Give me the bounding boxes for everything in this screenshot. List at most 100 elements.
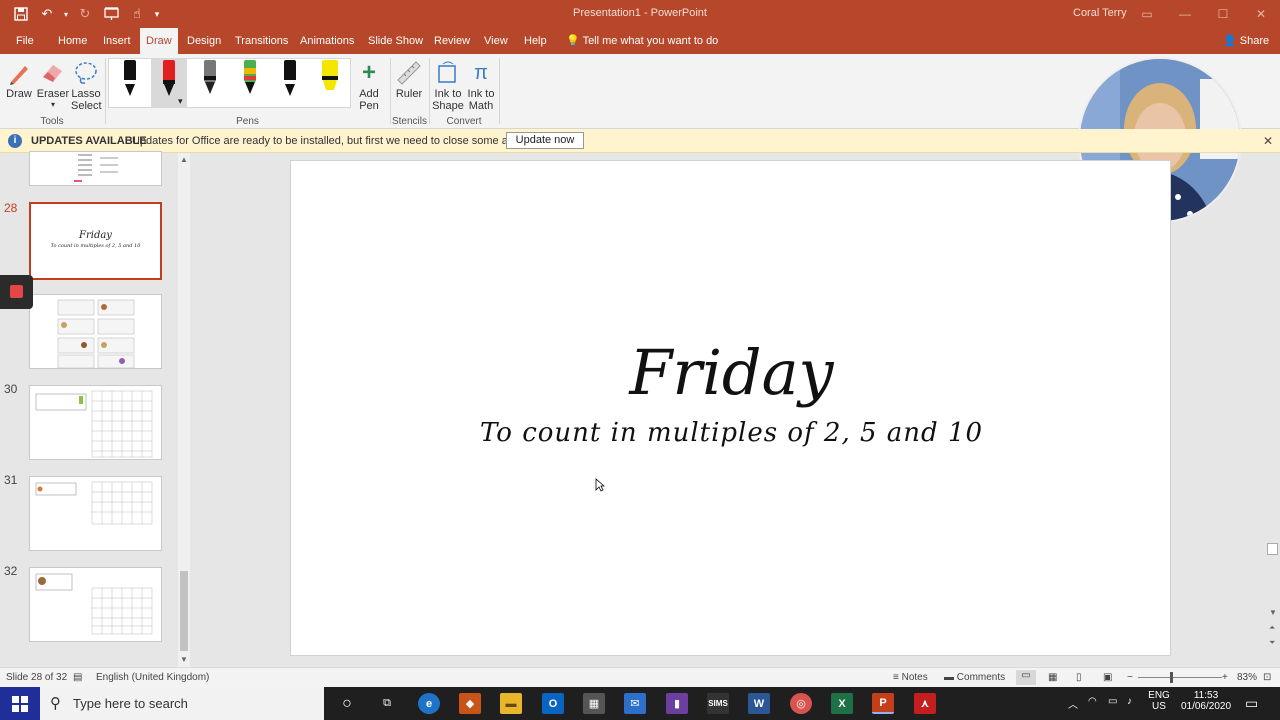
slideshow-view-icon[interactable]: ▣ (1103, 672, 1112, 683)
chevron-down-icon[interactable]: ▾ (178, 96, 183, 107)
windows-start-button[interactable] (0, 687, 40, 720)
powerpoint-icon[interactable]: P (872, 693, 894, 714)
wifi-icon[interactable]: ◠ (1088, 696, 1097, 707)
thumbnail-scrollbar[interactable]: ▲ ▼ (178, 153, 190, 667)
zoom-slider-thumb[interactable] (1170, 672, 1173, 683)
minimize-icon[interactable]: — (1166, 0, 1204, 28)
tab-transitions[interactable]: Transitions (229, 28, 294, 54)
zoom-level[interactable]: 83% (1237, 672, 1257, 683)
draw-button[interactable]: Draw (4, 58, 34, 100)
normal-view-icon[interactable]: ▭ (1016, 670, 1036, 685)
clock-time: 11:53 (1193, 690, 1219, 701)
next-slide-icon[interactable]: ⏷ (1269, 638, 1275, 648)
app-orange-icon[interactable]: ◆ (459, 693, 481, 714)
update-now-button[interactable]: Update now (506, 132, 584, 149)
excel-icon[interactable]: X (831, 693, 853, 714)
chevron-down-icon[interactable]: ▾ (36, 100, 70, 109)
slide-thumbnail-selected[interactable]: Friday To count in multiples of 2, 5 and… (29, 202, 162, 280)
zoom-out-icon[interactable]: − (1127, 672, 1133, 683)
maximize-icon[interactable]: ☐ (1204, 0, 1242, 28)
slide-subtitle[interactable]: To count in multiples of 2, 5 and 10 (291, 418, 1172, 448)
fit-slide-icon[interactable]: ⊡ (1263, 672, 1271, 683)
notifications-icon[interactable]: ▭ (1245, 695, 1258, 712)
scroll-up-icon[interactable]: ▲ (180, 155, 188, 164)
pen-red-selected[interactable]: ▾ (151, 58, 187, 108)
tab-design[interactable]: Design (181, 28, 227, 54)
tab-review[interactable]: Review (428, 28, 476, 54)
cortana-icon[interactable]: ○ (336, 693, 358, 714)
scrollbar-thumb[interactable] (180, 571, 188, 651)
slide-sorter-icon[interactable]: ▦ (1048, 672, 1057, 683)
word-icon[interactable]: W (748, 693, 770, 714)
user-name[interactable]: Coral Terry (1073, 7, 1127, 19)
tab-draw[interactable]: Draw (140, 28, 178, 54)
input-language[interactable]: ENG US (1148, 690, 1170, 712)
tab-insert[interactable]: Insert (97, 28, 137, 54)
scroll-down-icon[interactable]: ▼ (180, 655, 188, 664)
zoom-in-icon[interactable]: + (1222, 672, 1228, 683)
slide-scrollbar[interactable]: ▼ ⏶ ⏷ (1266, 153, 1280, 667)
language-label[interactable]: English (United Kingdom) (96, 672, 209, 683)
ruler-button[interactable]: Ruler (394, 58, 424, 100)
slide-thumbnail[interactable] (29, 151, 162, 186)
volume-icon[interactable]: ♪ (1127, 696, 1132, 707)
battery-icon[interactable]: ▭ (1108, 696, 1117, 707)
pen-rainbow[interactable] (232, 58, 268, 102)
reading-view-icon[interactable]: ▯ (1076, 672, 1082, 683)
mail-icon[interactable]: ✉ (624, 693, 646, 714)
tab-view[interactable]: View (478, 28, 514, 54)
comments-button[interactable]: ▬ Comments (944, 672, 1005, 683)
tab-home[interactable]: Home (52, 28, 93, 54)
tab-animations[interactable]: Animations (294, 28, 360, 54)
pen-black[interactable] (112, 58, 148, 102)
ink-to-shape-button[interactable]: Ink to Shape (432, 58, 464, 112)
pen-galaxy[interactable] (192, 58, 228, 102)
update-message: Updates for Office are ready to be insta… (132, 135, 529, 147)
file-explorer-icon[interactable]: ▬ (500, 693, 522, 714)
chrome-icon[interactable]: ◎ (790, 693, 812, 714)
slide-thumbnail[interactable] (29, 567, 162, 642)
outlook-icon[interactable]: O (542, 693, 564, 714)
tab-slide-show[interactable]: Slide Show (362, 28, 429, 54)
slide-thumbnail[interactable] (29, 294, 162, 369)
tell-me-search[interactable]: 💡 Tell me what you want to do (560, 28, 724, 54)
slide-title[interactable]: Friday (291, 336, 1172, 409)
previous-slide-icon[interactable]: ⏶ (1269, 623, 1275, 633)
tab-file[interactable]: File (10, 28, 40, 54)
info-icon: i (8, 134, 22, 148)
notes-button[interactable]: ≡ Notes (893, 672, 928, 683)
clock[interactable]: 11:53 01/06/2020 (1178, 690, 1234, 712)
status-bar: Slide 28 of 32 ▤ English (United Kingdom… (0, 667, 1280, 687)
pen-black-2[interactable] (272, 58, 308, 102)
slide-canvas[interactable]: Friday To count in multiples of 2, 5 and… (290, 160, 1171, 656)
eraser-button[interactable]: Eraser ▾ (36, 58, 70, 109)
add-pen-button[interactable]: + Add Pen (355, 58, 383, 112)
ribbon-display-icon[interactable]: ▭ (1128, 0, 1166, 28)
zoom-slider[interactable] (1138, 677, 1222, 678)
pi-icon: π (474, 61, 488, 84)
tab-help[interactable]: Help (518, 28, 553, 54)
ink-to-math-label-1: Ink to (467, 88, 495, 100)
record-button[interactable] (0, 275, 33, 309)
separator (105, 58, 106, 124)
store-icon[interactable]: ▦ (583, 693, 605, 714)
task-view-icon[interactable]: ⧉ (376, 693, 398, 714)
lasso-select-button[interactable]: Lasso Select (71, 58, 102, 112)
acrobat-icon[interactable]: ⋏ (914, 693, 936, 714)
sims-icon[interactable]: SIMS (707, 693, 729, 714)
highlighter-yellow[interactable] (312, 58, 348, 102)
share-button[interactable]: 👤 Share (1223, 28, 1269, 54)
close-icon[interactable]: ✕ (1242, 0, 1280, 28)
slide-thumbnail[interactable] (29, 476, 162, 551)
chevron-up-icon[interactable]: ︿ (1068, 696, 1078, 711)
close-icon[interactable]: ✕ (1263, 134, 1273, 148)
scroll-down-icon[interactable]: ▼ (1269, 608, 1277, 617)
taskbar-search[interactable]: ⚲ Type here to search (40, 687, 324, 720)
slide-thumbnail[interactable] (29, 385, 162, 460)
slide-counter: Slide 28 of 32 (6, 672, 68, 683)
ink-to-math-button[interactable]: π Ink to Math (466, 58, 496, 113)
scrollbar-thumb[interactable] (1267, 543, 1278, 555)
onenote-icon[interactable]: ▮ (666, 693, 688, 714)
spellcheck-icon[interactable]: ▤ (73, 672, 82, 683)
edge-icon[interactable]: e (418, 693, 440, 714)
